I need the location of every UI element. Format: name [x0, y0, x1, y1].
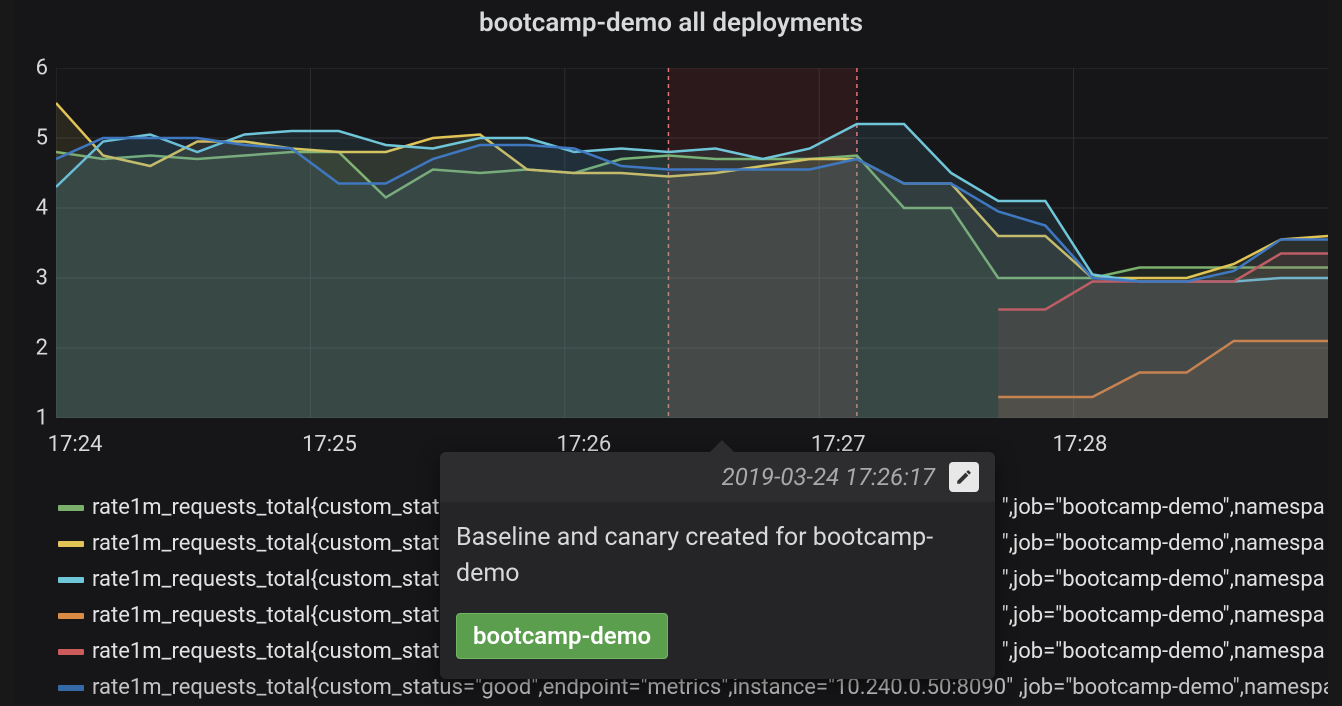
y-tick: 3 [36, 266, 48, 291]
legend-label: rate1m_requests_total{custom_statu [92, 567, 452, 592]
y-tick: 6 [36, 56, 48, 81]
legend-label-suffix: ",job="bootcamp-demo",namespa [1002, 598, 1325, 634]
legend-label: rate1m_requests_total{custom_statu [92, 531, 452, 556]
legend-label-suffix: ",job="bootcamp-demo",namespa [1002, 562, 1325, 598]
y-tick: 1 [36, 406, 48, 431]
legend-swatch [58, 613, 84, 619]
annotation-tag[interactable]: bootcamp-demo [456, 613, 668, 659]
y-tick: 5 [36, 126, 48, 151]
y-tick: 4 [36, 196, 48, 221]
legend-label-suffix: ,job="bootcamp-demo",namespa [1013, 675, 1328, 700]
legend-swatch [58, 541, 84, 547]
legend-label: rate1m_requests_total{custom_statu [92, 639, 452, 664]
pencil-icon [955, 468, 973, 486]
legend-label: rate1m_requests_total{custom_statu [92, 603, 452, 628]
annotation-message: Baseline and canary created for bootcamp… [456, 520, 979, 593]
legend-swatch [58, 649, 84, 655]
legend-label: rate1m_requests_total{custom_status="goo… [92, 675, 1013, 700]
x-tick: 17:28 [1053, 432, 1108, 457]
legend-swatch [58, 685, 84, 691]
tooltip-arrow [710, 440, 734, 452]
annotation-timestamp: 2019-03-24 17:26:17 [722, 463, 935, 491]
y-tick: 2 [36, 336, 48, 361]
tooltip-header: 2019-03-24 17:26:17 [440, 452, 995, 502]
tooltip-body: Baseline and canary created for bootcamp… [440, 502, 995, 679]
annotation-tooltip: 2019-03-24 17:26:17 Baseline and canary … [440, 452, 995, 679]
legend-swatch [58, 577, 84, 583]
x-tick: 17:25 [302, 432, 357, 457]
legend-label-suffix: ",job="bootcamp-demo",namespa [1002, 490, 1325, 526]
y-axis: 1 2 3 4 5 6 [20, 68, 54, 418]
legend-label: rate1m_requests_total{custom_statu [92, 495, 452, 520]
legend-label-suffix: ",job="bootcamp-demo",namespa [1002, 526, 1325, 562]
chart-area[interactable] [56, 68, 1328, 418]
edit-annotation-button[interactable] [949, 462, 979, 492]
legend-label-suffix: ",job="bootcamp-demo",namespa [1002, 634, 1325, 670]
x-tick: 17:24 [48, 432, 103, 457]
panel-title: bootcamp-demo all deployments [14, 0, 1328, 38]
legend-swatch [58, 505, 84, 511]
